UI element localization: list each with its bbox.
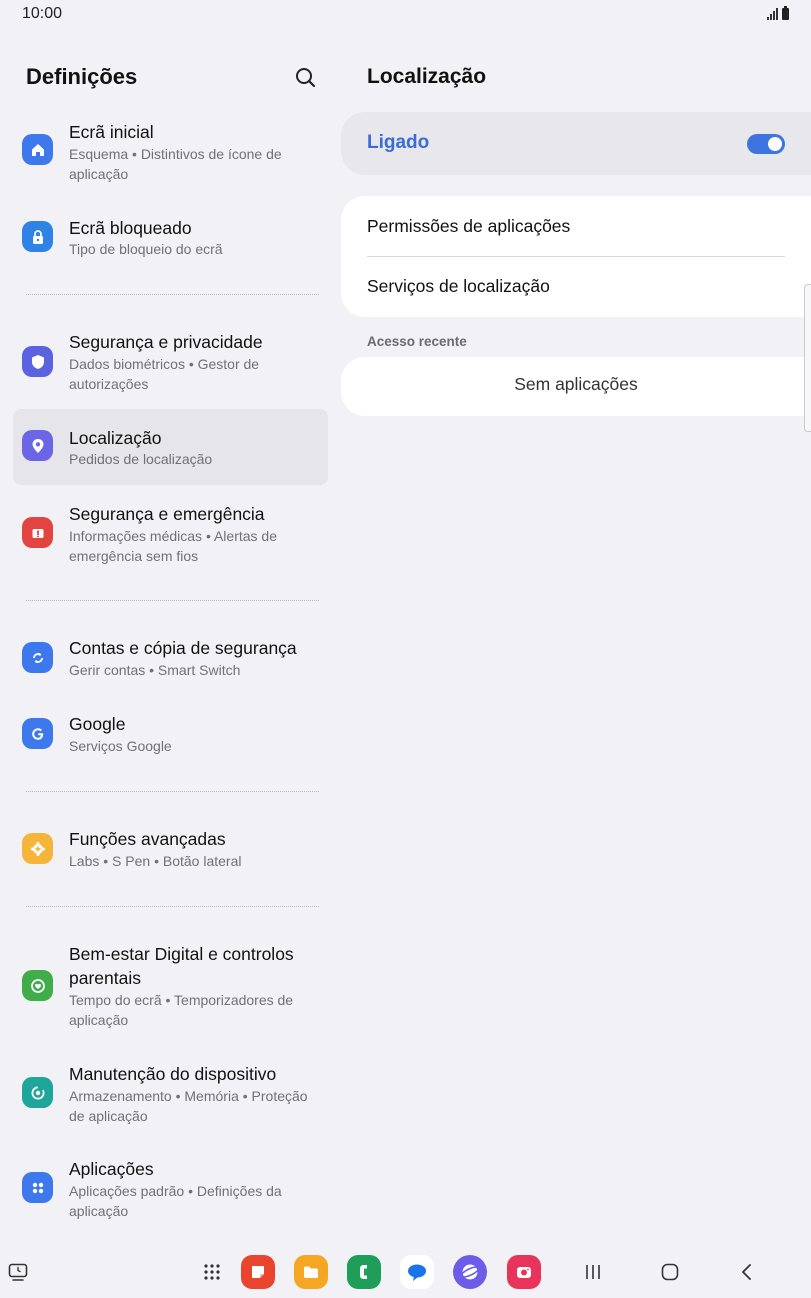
detail-title: Localização (367, 65, 487, 88)
menu-item-subtitle: Gerir contas • Smart Switch (69, 662, 241, 678)
menu-item-subtitle: Tempo do ecrã • Temporizadores de aplica… (69, 992, 294, 1028)
menu-item-home-screen[interactable]: Ecrã inicial Esquema • Distintivos de íc… (13, 112, 328, 192)
lock-icon (22, 221, 53, 252)
menu-item-title: Segurança e privacidade (69, 332, 263, 352)
app-permissions-item[interactable]: Permissões de aplicações (367, 216, 570, 237)
menu-item-security-privacy[interactable]: Segurança e privacidade Dados biométrico… (13, 322, 328, 402)
app-drawer-icon[interactable] (200, 1260, 224, 1284)
menu-item-lock-screen[interactable]: Ecrã bloqueado Tipo de bloqueio do ecrã (13, 208, 328, 270)
google-icon (22, 718, 53, 749)
empty-state-text: Sem aplicações (514, 374, 638, 394)
row-divider (367, 256, 785, 257)
location-pin-icon (22, 430, 53, 461)
menu-item-advanced-features[interactable]: Funções avançadas Labs • S Pen • Botão l… (13, 819, 328, 881)
menu-item-subtitle: Tipo de bloqueio do ecrã (69, 241, 223, 257)
toggle-label: Ligado (367, 132, 430, 153)
page-title: Definições (26, 64, 138, 89)
menu-item-title: Segurança e emergência (69, 504, 265, 524)
home-button[interactable] (657, 1260, 683, 1284)
menu-item-location[interactable]: Localização Pedidos de localização (13, 409, 328, 485)
menu-item-subtitle: Informações médicas • Alertas de emergên… (69, 528, 277, 564)
sync-icon (22, 642, 53, 673)
menu-item-subtitle: Pedidos de localização (69, 451, 213, 467)
menu-item-subtitle: Armazenamento • Memória • Proteção de ap… (69, 1088, 308, 1124)
messages-icon[interactable] (400, 1255, 434, 1289)
menu-item-title: Funções avançadas (69, 829, 226, 849)
menu-item-safety-emergency[interactable]: Segurança e emergência Informações médic… (13, 494, 328, 574)
home-icon (22, 134, 53, 165)
menu-item-title: Bem-estar Digital e controlos parentais (69, 944, 294, 988)
status-bar: 10:00 (0, 0, 811, 28)
location-services-item[interactable]: Serviços de localização (367, 276, 550, 297)
shield-icon (22, 346, 53, 377)
internet-icon[interactable] (453, 1255, 487, 1289)
menu-item-title: Ecrã inicial (69, 122, 154, 142)
menu-item-title: Google (69, 714, 126, 734)
search-icon[interactable] (292, 64, 320, 92)
phone-icon[interactable] (347, 1255, 381, 1289)
my-files-icon[interactable] (294, 1255, 328, 1289)
back-button[interactable] (734, 1260, 760, 1284)
divider (26, 906, 319, 907)
battery-icon (782, 6, 789, 20)
menu-item-subtitle: Labs • S Pen • Botão lateral (69, 853, 242, 869)
apps-grid-icon (22, 1172, 53, 1203)
camera-icon[interactable] (507, 1255, 541, 1289)
divider (26, 294, 319, 295)
gear-plus-icon (22, 833, 53, 864)
recents-button[interactable] (580, 1260, 606, 1284)
menu-item-digital-wellbeing[interactable]: Bem-estar Digital e controlos parentais … (13, 934, 328, 1038)
location-master-toggle-row[interactable]: Ligado (341, 112, 811, 175)
wellbeing-icon (22, 970, 53, 1001)
section-label-recent-access: Acesso recente (367, 334, 467, 349)
taskbar (0, 1246, 811, 1298)
menu-item-subtitle: Esquema • Distintivos de ícone de aplica… (69, 146, 282, 182)
menu-item-title: Manutenção do dispositivo (69, 1064, 277, 1084)
menu-item-subtitle: Dados biométricos • Gestor de autorizaçõ… (69, 356, 260, 392)
pane-resize-handle[interactable] (804, 284, 811, 432)
menu-item-accounts-backup[interactable]: Contas e cópia de segurança Gerir contas… (13, 628, 328, 690)
status-time: 10:00 (22, 5, 63, 22)
divider (26, 600, 319, 601)
samsung-notes-icon[interactable] (241, 1255, 275, 1289)
divider (26, 791, 319, 792)
emergency-icon (22, 517, 53, 548)
menu-item-subtitle: Serviços Google (69, 738, 172, 754)
menu-item-title: Localização (69, 428, 162, 448)
signal-icon (767, 8, 778, 20)
recent-apps-monitor-icon[interactable] (6, 1260, 30, 1284)
menu-item-device-care[interactable]: Manutenção do dispositivo Armazenamento … (13, 1054, 328, 1134)
menu-item-title: Ecrã bloqueado (69, 218, 192, 238)
status-icons (767, 6, 789, 20)
menu-item-subtitle: Aplicações padrão • Definições da aplica… (69, 1183, 282, 1219)
switch-knob (768, 137, 782, 151)
device-care-icon (22, 1077, 53, 1108)
location-toggle-switch[interactable] (747, 134, 785, 154)
menu-item-title: Aplicações (69, 1159, 154, 1179)
location-options-card: Permissões de aplicações Serviços de loc… (341, 196, 811, 317)
menu-item-apps[interactable]: Aplicações Aplicações padrão • Definiçõe… (13, 1149, 328, 1229)
menu-item-title: Contas e cópia de segurança (69, 638, 297, 658)
recent-access-card: Sem aplicações (341, 357, 811, 416)
menu-item-google[interactable]: Google Serviços Google (13, 704, 328, 766)
